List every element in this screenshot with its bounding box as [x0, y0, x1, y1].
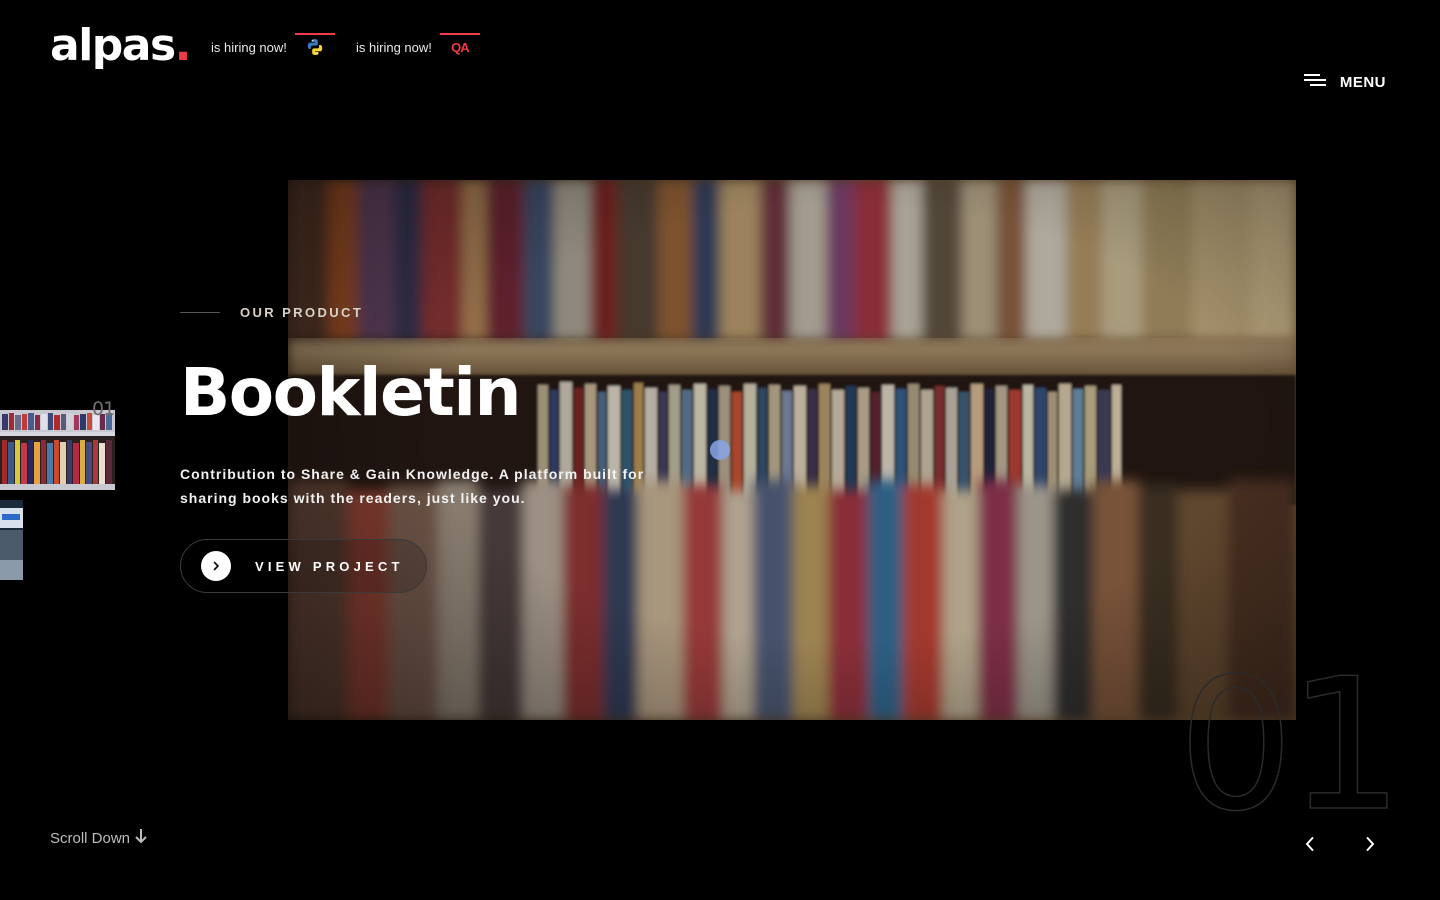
chevron-left-icon [1304, 836, 1316, 856]
hiring-python-link[interactable]: is hiring now! [211, 32, 335, 62]
qa-icon-text: QA [451, 39, 469, 55]
arrow-down-icon [134, 828, 148, 848]
slider-thumbnail-2[interactable] [0, 500, 23, 580]
hiring-python-label: is hiring now! [211, 39, 287, 55]
scroll-down-label: Scroll Down [50, 829, 131, 847]
hamburger-icon [1303, 72, 1326, 92]
python-icon [294, 32, 335, 62]
chevron-right-icon [201, 551, 231, 581]
slider-thumbnail-number: 01 [92, 398, 115, 420]
logo[interactable]: alpas. [50, 20, 192, 71]
menu-button[interactable]: MENU [1303, 72, 1386, 92]
hiring-qa-link[interactable]: is hiring now! QA [356, 32, 480, 62]
hero-bookshelf-image [288, 180, 1296, 720]
view-project-label: VIEW PROJECT [255, 558, 404, 574]
eyebrow-line [180, 312, 220, 313]
chevron-right-icon [1364, 836, 1376, 856]
eyebrow-text: OUR PRODUCT [240, 305, 364, 320]
menu-label: MENU [1339, 73, 1386, 91]
scroll-down-link[interactable]: Scroll Down [50, 828, 148, 848]
eyebrow: OUR PRODUCT [180, 305, 363, 320]
view-project-button[interactable]: VIEW PROJECT [180, 539, 427, 593]
previous-slide-button[interactable] [1298, 834, 1322, 858]
logo-text: alpas [50, 20, 176, 71]
page: alpas. is hiring now! is hiring now! QA [0, 0, 1440, 900]
qa-icon: QA [439, 32, 480, 62]
logo-dot: . [174, 20, 192, 71]
next-slide-button[interactable] [1358, 834, 1382, 858]
slide-number-large: 01 [1177, 639, 1404, 851]
slider-thumbnail-1[interactable] [0, 410, 115, 490]
hero-title: Bookletin [180, 354, 521, 431]
hero-description: Contribution to Share & Gain Knowledge. … [180, 466, 645, 506]
hiring-qa-label: is hiring now! [356, 39, 432, 55]
